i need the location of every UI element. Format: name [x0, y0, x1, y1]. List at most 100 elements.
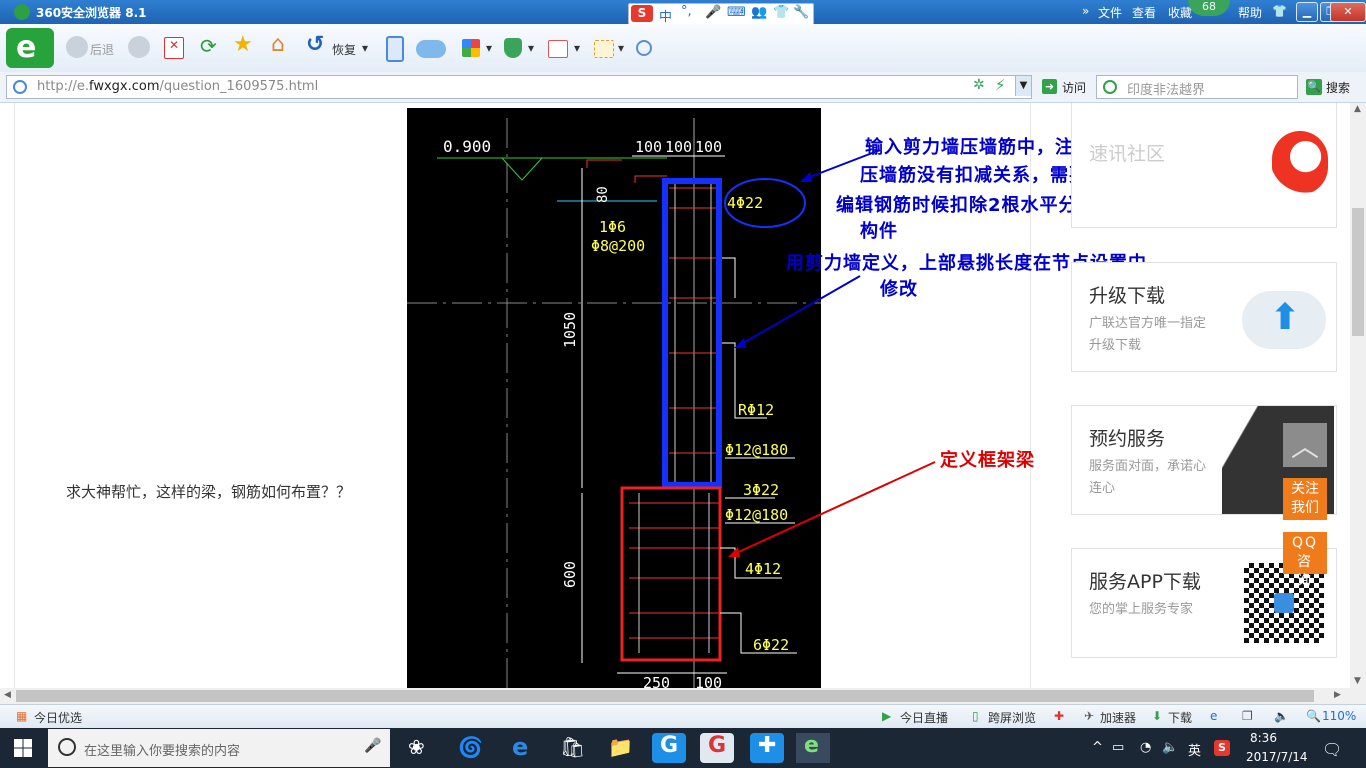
skin-icon[interactable]: 👕 [1272, 4, 1287, 18]
address-dropdown-icon[interactable]: ▼ [1015, 76, 1031, 96]
home-icon[interactable]: ⌂ [270, 32, 292, 58]
go-button[interactable]: 访问 [1062, 79, 1086, 96]
apps-dropdown-icon[interactable]: ▾ [486, 41, 492, 55]
ime-chinese-icon[interactable]: 中 [659, 6, 672, 25]
back-icon[interactable] [66, 36, 88, 58]
user-level-badge[interactable]: 68 [1188, 0, 1230, 16]
loading-icon[interactable]: ✲ [973, 77, 985, 93]
store-icon[interactable]: 🛍 [552, 733, 586, 763]
today-live-link[interactable]: 今日直播 [900, 709, 948, 726]
address-bar[interactable]: http://e.fwxgx.com/question_1609575.html… [6, 75, 1032, 99]
ime-punct-icon[interactable]: °, [681, 4, 692, 19]
wrench-icon[interactable]: 🔧 [793, 5, 809, 20]
tray-sogou-icon[interactable]: S [1214, 740, 1230, 756]
taskbar-search-input[interactable]: 在这里输入你要搜索的内容 [84, 740, 240, 759]
ime-toolbar[interactable]: S 中 °, 🎤 ⌨ 👥 👕 🔧 [628, 3, 814, 25]
tray-ime-indicator[interactable]: 英 [1188, 740, 1201, 759]
close-button[interactable]: ✕ [1330, 2, 1366, 22]
search-engine-icon[interactable] [1103, 80, 1117, 94]
today-pick-link[interactable]: 今日优选 [34, 709, 82, 726]
today-pick-icon[interactable]: ▦ [16, 709, 27, 723]
search-input[interactable]: 印度非法越界 [1127, 79, 1205, 98]
apps-icon[interactable] [462, 39, 480, 57]
screenshot-icon[interactable] [594, 40, 614, 58]
search-icon[interactable]: 🔍 [1306, 79, 1322, 95]
skin-icon-ime[interactable]: 👕 [773, 5, 789, 20]
tray-network-icon[interactable]: ◔ [1140, 740, 1151, 755]
favorite-star-icon[interactable]: ★ [232, 32, 254, 58]
follow-us-button[interactable]: 关注我们 [1283, 478, 1327, 520]
restore-dropdown-icon[interactable]: ▾ [362, 41, 368, 55]
back-to-top-button[interactable]: ︿ [1283, 423, 1327, 467]
menu-file[interactable]: 文件 [1098, 4, 1122, 21]
user-icon[interactable]: 👥 [751, 5, 767, 20]
sogou-icon[interactable]: S [631, 5, 653, 22]
cross-screen-link[interactable]: 跨屏浏览 [988, 709, 1036, 726]
cloud-icon[interactable] [416, 40, 446, 58]
scroll-right-icon[interactable]: ▶ [1334, 690, 1341, 700]
vertical-scroll-thumb[interactable] [1352, 208, 1364, 336]
translate-icon[interactable] [548, 40, 568, 58]
zoom-tool-icon[interactable] [636, 40, 652, 56]
accelerator-link[interactable]: 加速器 [1100, 709, 1136, 726]
glodon-app-icon[interactable]: G [652, 733, 686, 763]
task-view-icon[interactable]: ❀ [402, 733, 436, 763]
download-icon[interactable]: ⬇ [1152, 709, 1162, 723]
scroll-down-icon[interactable]: ▼ [1354, 676, 1361, 686]
search-button[interactable]: 搜索 [1326, 79, 1350, 96]
taskbar-mic-icon[interactable]: 🎤 [364, 738, 381, 754]
vertical-scrollbar[interactable] [1350, 103, 1366, 688]
tray-volume-icon[interactable]: 🔈 [1162, 740, 1178, 755]
back-button[interactable]: 后退 [90, 41, 114, 58]
tray-battery-icon[interactable]: ▭ [1112, 740, 1124, 755]
menu-help[interactable]: 帮助 [1238, 4, 1262, 21]
shield-dropdown-icon[interactable]: ▾ [528, 41, 534, 55]
qq-consult-button[interactable]: QQ咨询 [1283, 532, 1327, 589]
speed-mode-icon[interactable]: ⚡ [995, 76, 1006, 94]
zoom-level[interactable]: 110% [1322, 709, 1356, 723]
notification-icon[interactable]: 🗨 [1322, 740, 1342, 759]
edge-icon[interactable]: e [504, 733, 538, 763]
search-box[interactable]: 印度非法越界 [1096, 75, 1298, 99]
translate-dropdown-icon[interactable]: ▾ [574, 41, 580, 55]
scroll-left-icon[interactable]: ◀ [4, 690, 11, 700]
go-icon[interactable]: ➜ [1042, 79, 1057, 94]
more-icon[interactable]: » [1082, 4, 1089, 18]
accelerator-icon[interactable]: ✈ [1084, 709, 1094, 723]
keyboard-icon[interactable]: ⌨ [727, 5, 746, 20]
tray-chevron-up-icon[interactable]: ^ [1092, 740, 1103, 755]
menu-view[interactable]: 查看 [1132, 4, 1156, 21]
taskbar-search-box[interactable]: 在这里输入你要搜索的内容 🎤 [48, 729, 390, 767]
scroll-up-icon[interactable]: ▲ [1354, 104, 1361, 114]
screenshot-dropdown-icon[interactable]: ▾ [618, 41, 624, 55]
restore-button[interactable]: 恢复 [332, 41, 356, 58]
microphone-icon[interactable]: 🎤 [705, 5, 721, 20]
refresh-icon[interactable]: ⟳ [198, 34, 220, 58]
volume-icon[interactable]: 🔈 [1274, 709, 1289, 723]
file-explorer-icon[interactable]: 📁 [602, 733, 636, 763]
sidebar-card-upgrade[interactable]: 升级下载 广联达官方唯一指定升级下载 ⬆ [1071, 262, 1337, 372]
glodon-app2-icon[interactable]: G [700, 733, 734, 763]
ie-mode-icon[interactable]: e [1210, 709, 1217, 723]
app-plus-icon[interactable]: ✚ [750, 733, 784, 763]
sidebar-card-community[interactable]: 速讯社区 [1071, 103, 1337, 228]
stop-icon[interactable]: ✕ [164, 37, 184, 59]
download-link[interactable]: 下载 [1168, 709, 1192, 726]
clock-date[interactable]: 2017/7/14 [1246, 750, 1308, 764]
phone-icon[interactable] [386, 36, 404, 62]
window-mode-icon[interactable]: ❐ [1242, 709, 1253, 723]
shield-icon[interactable] [504, 38, 522, 58]
windows-start-icon[interactable] [14, 739, 32, 757]
live-icon[interactable]: ▶ [882, 709, 891, 723]
horizontal-scroll-thumb[interactable] [16, 690, 1314, 702]
browser-360-taskbar-icon[interactable]: e [796, 733, 830, 763]
url-text[interactable]: http://e.fwxgx.com/question_1609575.html [37, 79, 318, 94]
minimize-button[interactable]: ▁ [1296, 2, 1318, 22]
browser-logo-icon[interactable]: e [6, 28, 54, 68]
restore-icon[interactable]: ↺ [306, 32, 328, 58]
cross-screen-icon[interactable]: ▯ [972, 709, 979, 723]
app-swirl-icon[interactable]: 🌀 [450, 733, 484, 763]
clock-time[interactable]: 8:36 [1250, 731, 1277, 745]
forward-icon[interactable] [128, 36, 150, 58]
plus-icon[interactable]: ✚ [1054, 709, 1064, 723]
